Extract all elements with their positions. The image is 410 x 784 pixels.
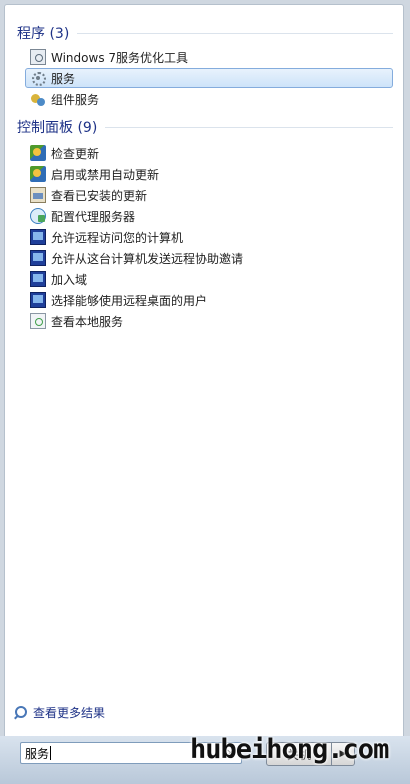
installed-updates-icon: [30, 187, 46, 203]
item-label: 加入域: [51, 272, 88, 287]
item-label: 查看本地服务: [51, 314, 124, 329]
item-label: 允许远程访问您的计算机: [51, 230, 184, 245]
item-label: 查看已安装的更新: [51, 188, 148, 203]
program-icon: [30, 49, 46, 65]
see-more-results-link[interactable]: 查看更多结果: [12, 704, 105, 721]
search-input-value: 服务: [25, 746, 50, 761]
remote-access-icon: [30, 292, 46, 308]
cp-item-remote-assistance[interactable]: 允许从这台计算机发送远程协助邀请: [25, 248, 393, 268]
program-item-win7-optimizer[interactable]: Windows 7服务优化工具: [25, 47, 393, 67]
remote-access-icon: [30, 271, 46, 287]
component-services-icon: [30, 91, 46, 107]
program-item-services[interactable]: 服务: [25, 68, 393, 88]
start-menu-results-panel: 程序 (3) Windows 7服务优化工具 服务 组件服务 控制面板 (9) …: [4, 4, 404, 780]
watermark-text: hubeihong.com: [190, 734, 389, 765]
text-caret: [50, 746, 52, 760]
item-label: Windows 7服务优化工具: [51, 50, 189, 65]
programs-header-label: 程序 (3): [17, 26, 70, 42]
control-panel-group-header[interactable]: 控制面板 (9): [17, 117, 393, 137]
cp-item-join-domain[interactable]: 加入域: [25, 269, 393, 289]
cp-item-proxy-server[interactable]: 配置代理服务器: [25, 206, 393, 226]
header-divider: [77, 32, 393, 34]
cp-item-installed-updates[interactable]: 查看已安装的更新: [25, 185, 393, 205]
item-label: 检查更新: [51, 146, 100, 161]
program-item-component-services[interactable]: 组件服务: [25, 89, 393, 109]
cp-item-check-updates[interactable]: 检查更新: [25, 143, 393, 163]
item-label: 服务: [51, 71, 76, 86]
header-divider: [105, 126, 393, 128]
remote-access-icon: [30, 250, 46, 266]
cp-item-remote-desktop-users[interactable]: 选择能够使用远程桌面的用户: [25, 290, 393, 310]
item-label: 配置代理服务器: [51, 209, 136, 224]
see-more-results-label: 查看更多结果: [33, 706, 106, 720]
cp-item-local-services[interactable]: 查看本地服务: [25, 311, 393, 331]
search-magnifier-icon: [12, 705, 28, 721]
services-gear-icon: [30, 70, 46, 86]
windows-update-icon: [30, 166, 46, 182]
control-panel-header-label: 控制面板 (9): [17, 120, 98, 136]
remote-access-icon: [30, 229, 46, 245]
programs-group-header[interactable]: 程序 (3): [17, 23, 393, 43]
item-label: 选择能够使用远程桌面的用户: [51, 293, 208, 308]
windows-update-icon: [30, 145, 46, 161]
local-services-icon: [30, 313, 46, 329]
cp-item-remote-access[interactable]: 允许远程访问您的计算机: [25, 227, 393, 247]
item-label: 允许从这台计算机发送远程协助邀请: [51, 251, 244, 266]
item-label: 组件服务: [51, 92, 100, 107]
cp-item-auto-update[interactable]: 启用或禁用自动更新: [25, 164, 393, 184]
proxy-server-icon: [30, 208, 46, 224]
item-label: 启用或禁用自动更新: [51, 167, 160, 182]
